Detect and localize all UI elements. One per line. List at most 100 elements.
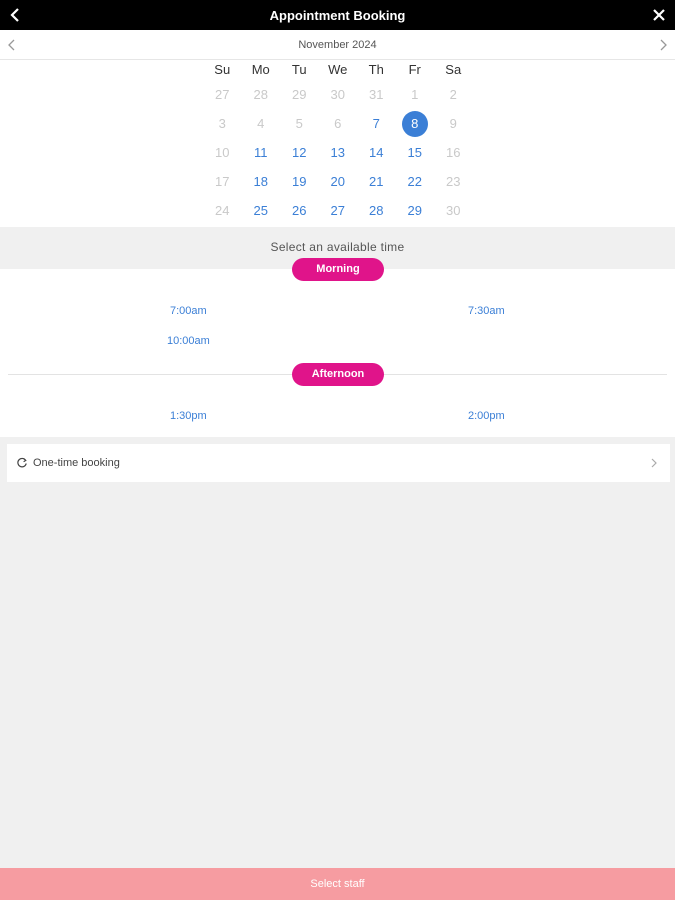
calendar-day-number: 27	[215, 87, 230, 102]
time-slot[interactable]: 10:00am	[167, 335, 210, 347]
calendar-day: 27	[203, 80, 242, 109]
calendar-day[interactable]: 20	[319, 167, 358, 196]
booking-type-label: One-time booking	[33, 457, 120, 469]
calendar-day-number: 3	[218, 116, 226, 131]
weekday-header: Su Mo Tu We Th Fr Sa	[203, 62, 473, 80]
calendar-day: 29	[280, 80, 319, 109]
weekday-label: Sa	[445, 62, 462, 77]
calendar-day-selected[interactable]: 8	[396, 109, 435, 138]
calendar-day-number: 11	[254, 145, 268, 160]
calendar-day: 9	[434, 109, 473, 138]
time-slot[interactable]: 7:30am	[468, 305, 505, 317]
calendar-day[interactable]: 25	[242, 196, 281, 225]
weekday-label: We	[328, 62, 348, 77]
calendar-day[interactable]: 7	[357, 109, 396, 138]
calendar-day: 5	[280, 109, 319, 138]
calendar-week-row: 10 11 12 13 14 15 16	[203, 138, 473, 167]
calendar-day-number: 30	[446, 203, 461, 218]
calendar-day-number: 20	[330, 174, 345, 189]
select-staff-button[interactable]: Select staff	[0, 868, 675, 900]
calendar-day[interactable]: 13	[319, 138, 358, 167]
calendar-day: 17	[203, 167, 242, 196]
calendar-day: 10	[203, 138, 242, 167]
calendar-day-number: 4	[257, 116, 265, 131]
calendar-day-number: 16	[446, 145, 461, 160]
chevron-right-icon	[651, 458, 657, 468]
calendar-day[interactable]: 15	[396, 138, 435, 167]
calendar-day-number: 17	[215, 174, 230, 189]
calendar-week-row: 24 25 26 27 28 29 30	[203, 196, 473, 225]
calendar-day: 6	[319, 109, 358, 138]
calendar-day-number: 28	[253, 87, 268, 102]
calendar-day-number: 8	[401, 111, 428, 137]
morning-label: Morning	[292, 258, 384, 281]
close-icon[interactable]	[649, 5, 669, 25]
calendar-day-number: 7	[372, 116, 380, 131]
calendar-day-number: 10	[215, 145, 230, 160]
calendar-day-number: 25	[253, 203, 268, 218]
calendar-day[interactable]: 18	[242, 167, 281, 196]
top-bar: Appointment Booking	[0, 0, 675, 30]
calendar-day-number: 2	[449, 87, 457, 102]
calendar-day[interactable]: 14	[357, 138, 396, 167]
calendar-day-number: 26	[292, 203, 307, 218]
calendar-day[interactable]: 19	[280, 167, 319, 196]
calendar-day: 16	[434, 138, 473, 167]
calendar-day-number: 19	[292, 174, 307, 189]
calendar-day-number: 18	[253, 174, 268, 189]
calendar-day: 30	[319, 80, 358, 109]
calendar-grid: 27 28 29 30 31 1 2 3 4 5 6 7 8 9 10 11 12 13 14 15 16 17 18 19 2…	[203, 80, 473, 225]
time-slot[interactable]: 7:00am	[170, 305, 207, 317]
time-slot[interactable]: 1:30pm	[170, 410, 207, 422]
calendar-day-number: 15	[407, 145, 422, 160]
calendar-day: 28	[242, 80, 281, 109]
weekday-label: Su	[214, 62, 231, 77]
calendar-day-number: 23	[446, 174, 461, 189]
calendar-day-number: 6	[334, 116, 342, 131]
calendar-day[interactable]: 27	[319, 196, 358, 225]
month-navigation: November 2024	[0, 30, 675, 60]
calendar-day[interactable]: 22	[396, 167, 435, 196]
chevron-right-icon[interactable]	[655, 37, 671, 53]
page-title: Appointment Booking	[269, 8, 406, 23]
calendar-day: 4	[242, 109, 281, 138]
calendar-day: 31	[357, 80, 396, 109]
calendar-day-number: 30	[330, 87, 345, 102]
calendar-day[interactable]: 28	[357, 196, 396, 225]
time-slots-panel: 7:00am 7:30am 10:00am 1:30pm 2:00pm	[0, 269, 675, 437]
calendar-day[interactable]: 12	[280, 138, 319, 167]
calendar: November 2024 Su Mo Tu We Th Fr Sa 27 28 2…	[0, 30, 675, 227]
calendar-day: 3	[203, 109, 242, 138]
calendar-day-number: 31	[369, 87, 384, 102]
calendar-week-row: 27 28 29 30 31 1 2	[203, 80, 473, 109]
booking-type-row[interactable]: One-time booking	[7, 444, 670, 482]
calendar-day-number: 1	[411, 87, 419, 102]
weekday-label: Tu	[291, 62, 307, 77]
calendar-week-row: 3 4 5 6 7 8 9	[203, 109, 473, 138]
calendar-day[interactable]: 21	[357, 167, 396, 196]
calendar-day-number: 14	[369, 145, 384, 160]
calendar-day: 30	[434, 196, 473, 225]
calendar-day-number: 27	[330, 203, 345, 218]
calendar-day[interactable]: 29	[396, 196, 435, 225]
calendar-day-number: 29	[292, 87, 307, 102]
calendar-day: 23	[434, 167, 473, 196]
refresh-icon	[17, 457, 27, 468]
calendar-day-number: 9	[449, 116, 457, 131]
calendar-day[interactable]: 11	[242, 138, 281, 167]
weekday-label: Th	[368, 62, 384, 77]
calendar-day-number: 13	[330, 145, 345, 160]
calendar-week-row: 17 18 19 20 21 22 23	[203, 167, 473, 196]
calendar-day-number: 5	[295, 116, 303, 131]
calendar-day: 2	[434, 80, 473, 109]
calendar-day: 1	[396, 80, 435, 109]
weekday-label: Mo	[251, 62, 270, 77]
calendar-day-number: 21	[369, 174, 384, 189]
calendar-day: 24	[203, 196, 242, 225]
afternoon-label: Afternoon	[292, 363, 384, 386]
calendar-day-number: 12	[292, 145, 307, 160]
time-slot[interactable]: 2:00pm	[468, 410, 505, 422]
calendar-day[interactable]: 26	[280, 196, 319, 225]
month-label: November 2024	[298, 39, 377, 51]
calendar-day-number: 24	[215, 203, 230, 218]
